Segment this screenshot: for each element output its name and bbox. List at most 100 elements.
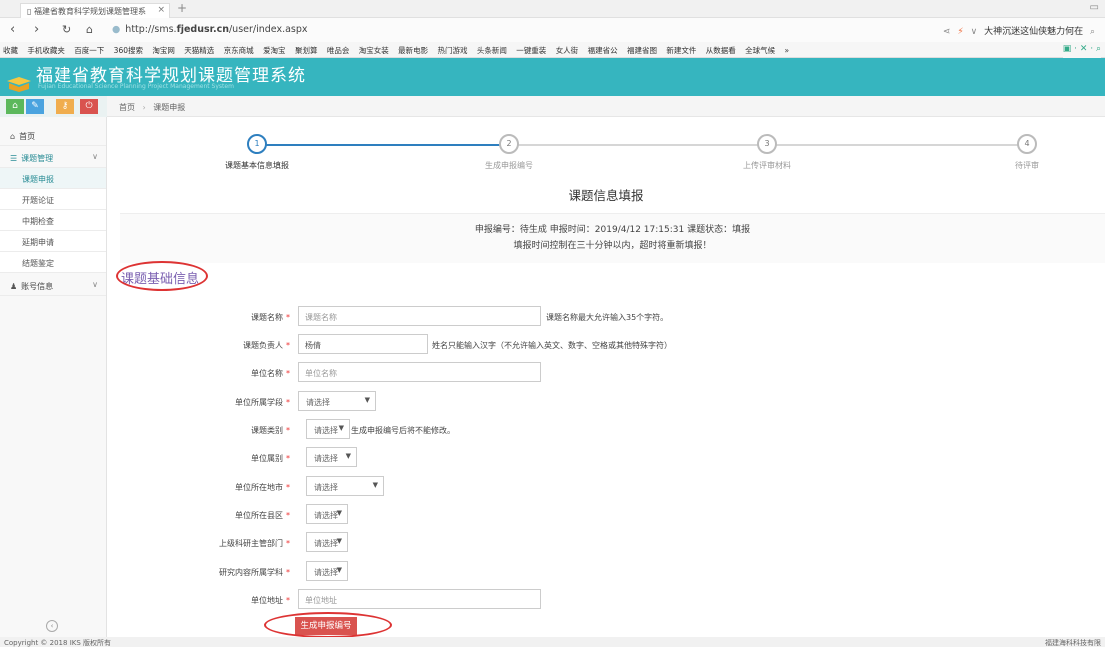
unit-name-input[interactable]: 单位名称: [298, 362, 541, 382]
close-tab-icon[interactable]: ×: [157, 5, 165, 15]
field-label-name: 课题名称 *: [251, 313, 290, 322]
address-bar: ‹ › ↻ ⌂ ● http://sms.fjedusr.cn/user/inde…: [0, 18, 1105, 42]
bookmark-item[interactable]: 新建文件: [666, 46, 696, 55]
caret-down-icon: ▼: [336, 509, 342, 517]
bookmark-item[interactable]: 聚划算: [295, 46, 318, 55]
sidebar-item-label: 首页: [19, 132, 36, 141]
form-title: 课题信息填报: [568, 188, 644, 203]
bookmark-item[interactable]: 天猫精选: [184, 46, 214, 55]
power-icon[interactable]: ⏻: [80, 99, 98, 114]
sidebar-sub-apply[interactable]: 课题申报: [0, 168, 106, 189]
project-leader-input[interactable]: 杨倩: [298, 334, 428, 354]
sidebar-item-label: 课题管理: [21, 154, 54, 163]
step-circle-4: 4: [1017, 134, 1037, 154]
bookmark-item[interactable]: 淘宝网: [152, 46, 175, 55]
share-icon[interactable]: ⋖: [943, 27, 951, 37]
progress-steps: 1 2 3 4 课题基本信息填报 生成申报编号 上传评审材料 待评审: [107, 117, 1105, 177]
tab-menu-icon[interactable]: ▭: [1090, 2, 1099, 13]
field-label-city: 单位所在地市 *: [235, 483, 290, 492]
bookmark-item[interactable]: 福建省图: [627, 46, 657, 55]
sidebar-sub-midterm[interactable]: 中期检查: [0, 210, 106, 231]
bookmark-item[interactable]: 淘宝女装: [359, 46, 389, 55]
category-select[interactable]: 请选择 ▼: [306, 419, 350, 439]
unit-type-select[interactable]: 请选择 ▼: [306, 447, 357, 467]
sidebar-item-home[interactable]: ⌂ 首页: [0, 125, 106, 146]
address-right-area: ⋖ ⚡ ∨ 大神沉迷这仙侠魅力何在 ⌕: [943, 24, 1099, 37]
dept-select[interactable]: 请选择 ▼: [306, 532, 348, 552]
caret-down-icon: ▼: [345, 452, 351, 460]
bookmark-item[interactable]: 从数据看: [706, 46, 736, 55]
bookmark-item[interactable]: 手机收藏夹: [27, 46, 65, 55]
bookmark-item[interactable]: 爱淘宝: [263, 46, 286, 55]
search-suggestion[interactable]: 大神沉迷这仙侠魅力何在: [984, 27, 1083, 37]
extension-icons[interactable]: ▣ · ✕ · ⌕: [1062, 42, 1101, 58]
edit-icon[interactable]: ✎: [26, 99, 44, 114]
subject-select[interactable]: 请选择 ▼: [306, 561, 348, 581]
step-circle-1: 1: [247, 134, 267, 154]
collapse-sidebar-icon[interactable]: ‹: [46, 620, 58, 632]
site-header: 福建省教育科学规划课题管理系统 Fujian Educational Scien…: [0, 58, 1105, 96]
sidebar-sub-conclusion[interactable]: 结题鉴定: [0, 252, 106, 273]
sidebar-item-project-manage[interactable]: ☰ 课题管理 ∨: [0, 147, 106, 168]
step-connector: [767, 144, 1027, 146]
bookmark-more[interactable]: »: [785, 46, 790, 55]
breadcrumb-current: 课题申报: [153, 103, 186, 112]
home-icon[interactable]: ⌂: [86, 23, 93, 36]
bookmark-item[interactable]: 热门游戏: [438, 46, 468, 55]
home-shortcut-icon[interactable]: ⌂: [6, 99, 24, 114]
step-circle-3: 3: [757, 134, 777, 154]
annotation-ellipse: [264, 612, 392, 638]
category-hint: 生成申报编号后将不能修改。: [351, 426, 455, 435]
unit-address-input[interactable]: 单位地址: [298, 589, 541, 609]
bookmark-item[interactable]: 头条新闻: [477, 46, 507, 55]
county-select[interactable]: 请选择 ▼: [306, 504, 348, 524]
bookmark-item[interactable]: 京东商城: [224, 46, 254, 55]
new-tab-button[interactable]: +: [177, 1, 187, 15]
refresh-icon[interactable]: ↻: [62, 23, 71, 36]
chevron-down-icon: ∨: [92, 280, 98, 289]
site-subtitle: Fujian Educational Science Planning Proj…: [38, 83, 234, 90]
bookmark-item[interactable]: 最新电影: [398, 46, 428, 55]
application-status: 申报编号：待生成 申报时间：2019/4/12 17:15:31 课题状态：填报: [474, 225, 751, 235]
breadcrumb-home[interactable]: 首页: [119, 103, 135, 112]
bookmark-item[interactable]: 唯品会: [327, 46, 350, 55]
field-label-subject: 研究内容所属学科 *: [219, 568, 290, 577]
sidebar-item-account[interactable]: ♟ 账号信息 ∨: [0, 275, 106, 296]
breadcrumb: 首页 › 课题申报: [107, 96, 1105, 117]
chevron-down-icon: ∨: [92, 152, 98, 161]
bookmark-item[interactable]: 全球气候: [745, 46, 775, 55]
sidebar-sub-opening[interactable]: 开题论证: [0, 189, 106, 210]
caret-down-icon: ▼: [372, 481, 378, 489]
field-label-unit: 单位名称 *: [251, 369, 290, 378]
bookmark-item[interactable]: 福建省公: [588, 46, 618, 55]
key-icon[interactable]: ⚷: [56, 99, 74, 114]
search-icon[interactable]: ⌕: [1090, 27, 1095, 37]
breadcrumb-separator: ›: [142, 103, 146, 112]
bookmark-item[interactable]: 女人街: [556, 46, 579, 55]
field-label-dept: 上级科研主管部门 *: [219, 539, 290, 548]
url-prefix: http://sms.: [125, 24, 177, 35]
home-icon: ⌂: [10, 132, 16, 141]
quick-toolbar: ⌂ ✎ ⚷ ⏻: [0, 96, 107, 117]
bookmark-item[interactable]: 百度一下: [74, 46, 104, 55]
globe-icon: ●: [112, 24, 121, 35]
sidebar-sub-extension[interactable]: 延期申请: [0, 231, 106, 252]
unit-stage-select[interactable]: 请选择 ▼: [298, 391, 376, 411]
field-label-unit-stage: 单位所属学段 *: [235, 398, 290, 407]
flash-icon[interactable]: ⚡: [957, 27, 963, 37]
field-label-leader: 课题负责人 *: [243, 341, 290, 350]
city-select[interactable]: 请选择 ▼: [306, 476, 384, 496]
bookmark-item[interactable]: 收藏: [3, 46, 18, 55]
bookmark-item[interactable]: 360搜索: [114, 46, 143, 55]
bookmark-item[interactable]: 一键重装: [516, 46, 546, 55]
caret-down-icon: ▼: [364, 396, 370, 404]
browser-tab-bar: ▯ 福建省教育科学规划课题管理系 × + ▭: [0, 0, 1105, 18]
browser-tab[interactable]: ▯ 福建省教育科学规划课题管理系 ×: [20, 3, 170, 18]
field-label-address: 单位地址 *: [251, 596, 290, 605]
forward-icon[interactable]: ›: [34, 22, 39, 37]
field-label-category: 课题类别 *: [251, 426, 290, 435]
back-icon[interactable]: ‹: [10, 22, 15, 37]
project-name-input[interactable]: 课题名称: [298, 306, 541, 326]
url-input[interactable]: ● http://sms.fjedusr.cn/user/index.aspx: [112, 22, 872, 38]
dropdown-icon[interactable]: ∨: [971, 27, 978, 37]
